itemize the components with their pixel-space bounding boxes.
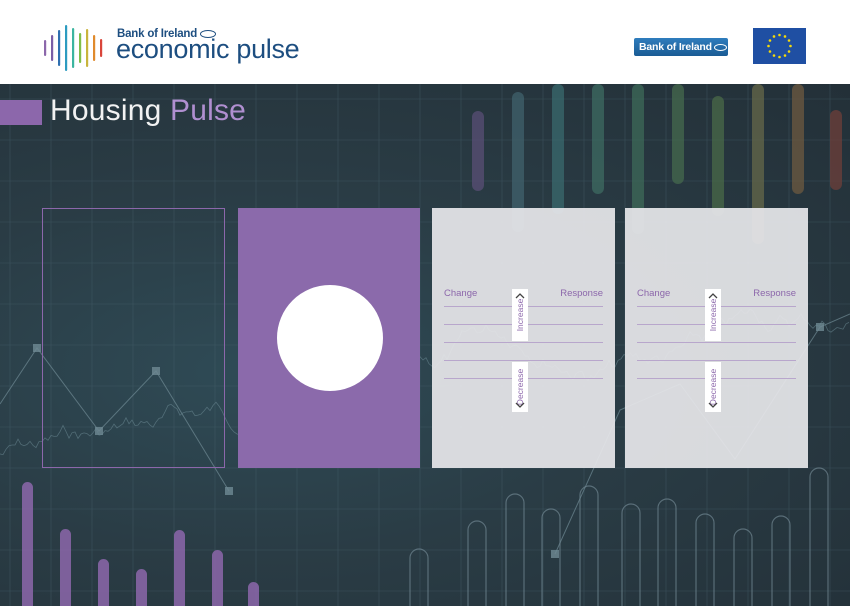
decrease-indicator: Decrease (705, 362, 721, 412)
flag-star (768, 39, 772, 42)
chevron-down-icon (708, 402, 718, 408)
background-bar (672, 84, 684, 184)
change-label: Change (637, 288, 671, 299)
chevron-down-icon (515, 402, 525, 408)
flag-star (772, 35, 776, 38)
scale-panel-1: Change Response Increase Decrease (432, 208, 615, 468)
decrease-indicator: Decrease (512, 362, 528, 412)
response-label: Response (753, 288, 796, 299)
flag-star (787, 50, 791, 53)
purple-panel (238, 208, 420, 468)
page-title: Housing Pulse (50, 94, 246, 128)
flag-star (789, 44, 792, 48)
scale-panel-2: Change Response Increase Decrease (625, 208, 808, 468)
logo-bar (44, 40, 47, 56)
eu-flag-icon (753, 28, 806, 64)
white-circle (277, 285, 383, 391)
change-label: Change (444, 288, 478, 299)
background-purple-bar (22, 482, 33, 606)
logo-bar (51, 35, 54, 61)
scale-line (637, 360, 796, 361)
background-purple-bar (174, 530, 185, 606)
background-bar (830, 110, 842, 190)
flag-star (783, 35, 787, 38)
decrease-label: Decrease (708, 368, 718, 406)
background-bar (552, 84, 564, 214)
background-purple-bar (98, 559, 109, 606)
flag-star (778, 55, 781, 59)
background-bar (592, 84, 604, 194)
flag-star (778, 33, 781, 37)
logo-product-text: economic pulse (116, 34, 300, 64)
flag-star (787, 39, 791, 42)
decrease-label: Decrease (515, 368, 525, 406)
flag-star (767, 44, 770, 48)
economic-pulse-logo-icon (44, 25, 103, 71)
scale-line (637, 342, 796, 343)
scale-line (444, 360, 603, 361)
flag-star (772, 54, 776, 57)
increase-label: Increase (708, 298, 718, 332)
increase-indicator: Increase (512, 289, 528, 341)
bank-of-ireland-badge: Bank of Ireland (634, 38, 728, 56)
logo-bar (58, 30, 61, 66)
flag-star (768, 50, 772, 53)
background-purple-bar (136, 569, 147, 606)
title-word-pulse: Pulse (170, 94, 247, 127)
logo-bar (100, 39, 103, 57)
logo-bar (86, 29, 89, 67)
title-word-housing: Housing (50, 94, 162, 127)
header-bar: Bank of Ireland economic pulse Bank of I… (0, 0, 850, 84)
logo-bar (72, 28, 75, 68)
logo-bar (79, 33, 82, 63)
background-bar (712, 96, 724, 216)
response-label: Response (560, 288, 603, 299)
background-purple-bar (212, 550, 223, 606)
background-bar (792, 84, 804, 194)
increase-indicator: Increase (705, 289, 721, 341)
scale-line (444, 342, 603, 343)
outlined-panel (42, 208, 225, 468)
flag-star (783, 54, 787, 57)
increase-label: Increase (515, 298, 525, 332)
background-purple-bar (248, 582, 259, 606)
background-purple-bar (60, 529, 71, 606)
background-bar (472, 111, 484, 191)
title-accent-bar (0, 100, 42, 125)
logo-bar (65, 25, 68, 71)
logo-bar (93, 35, 96, 61)
